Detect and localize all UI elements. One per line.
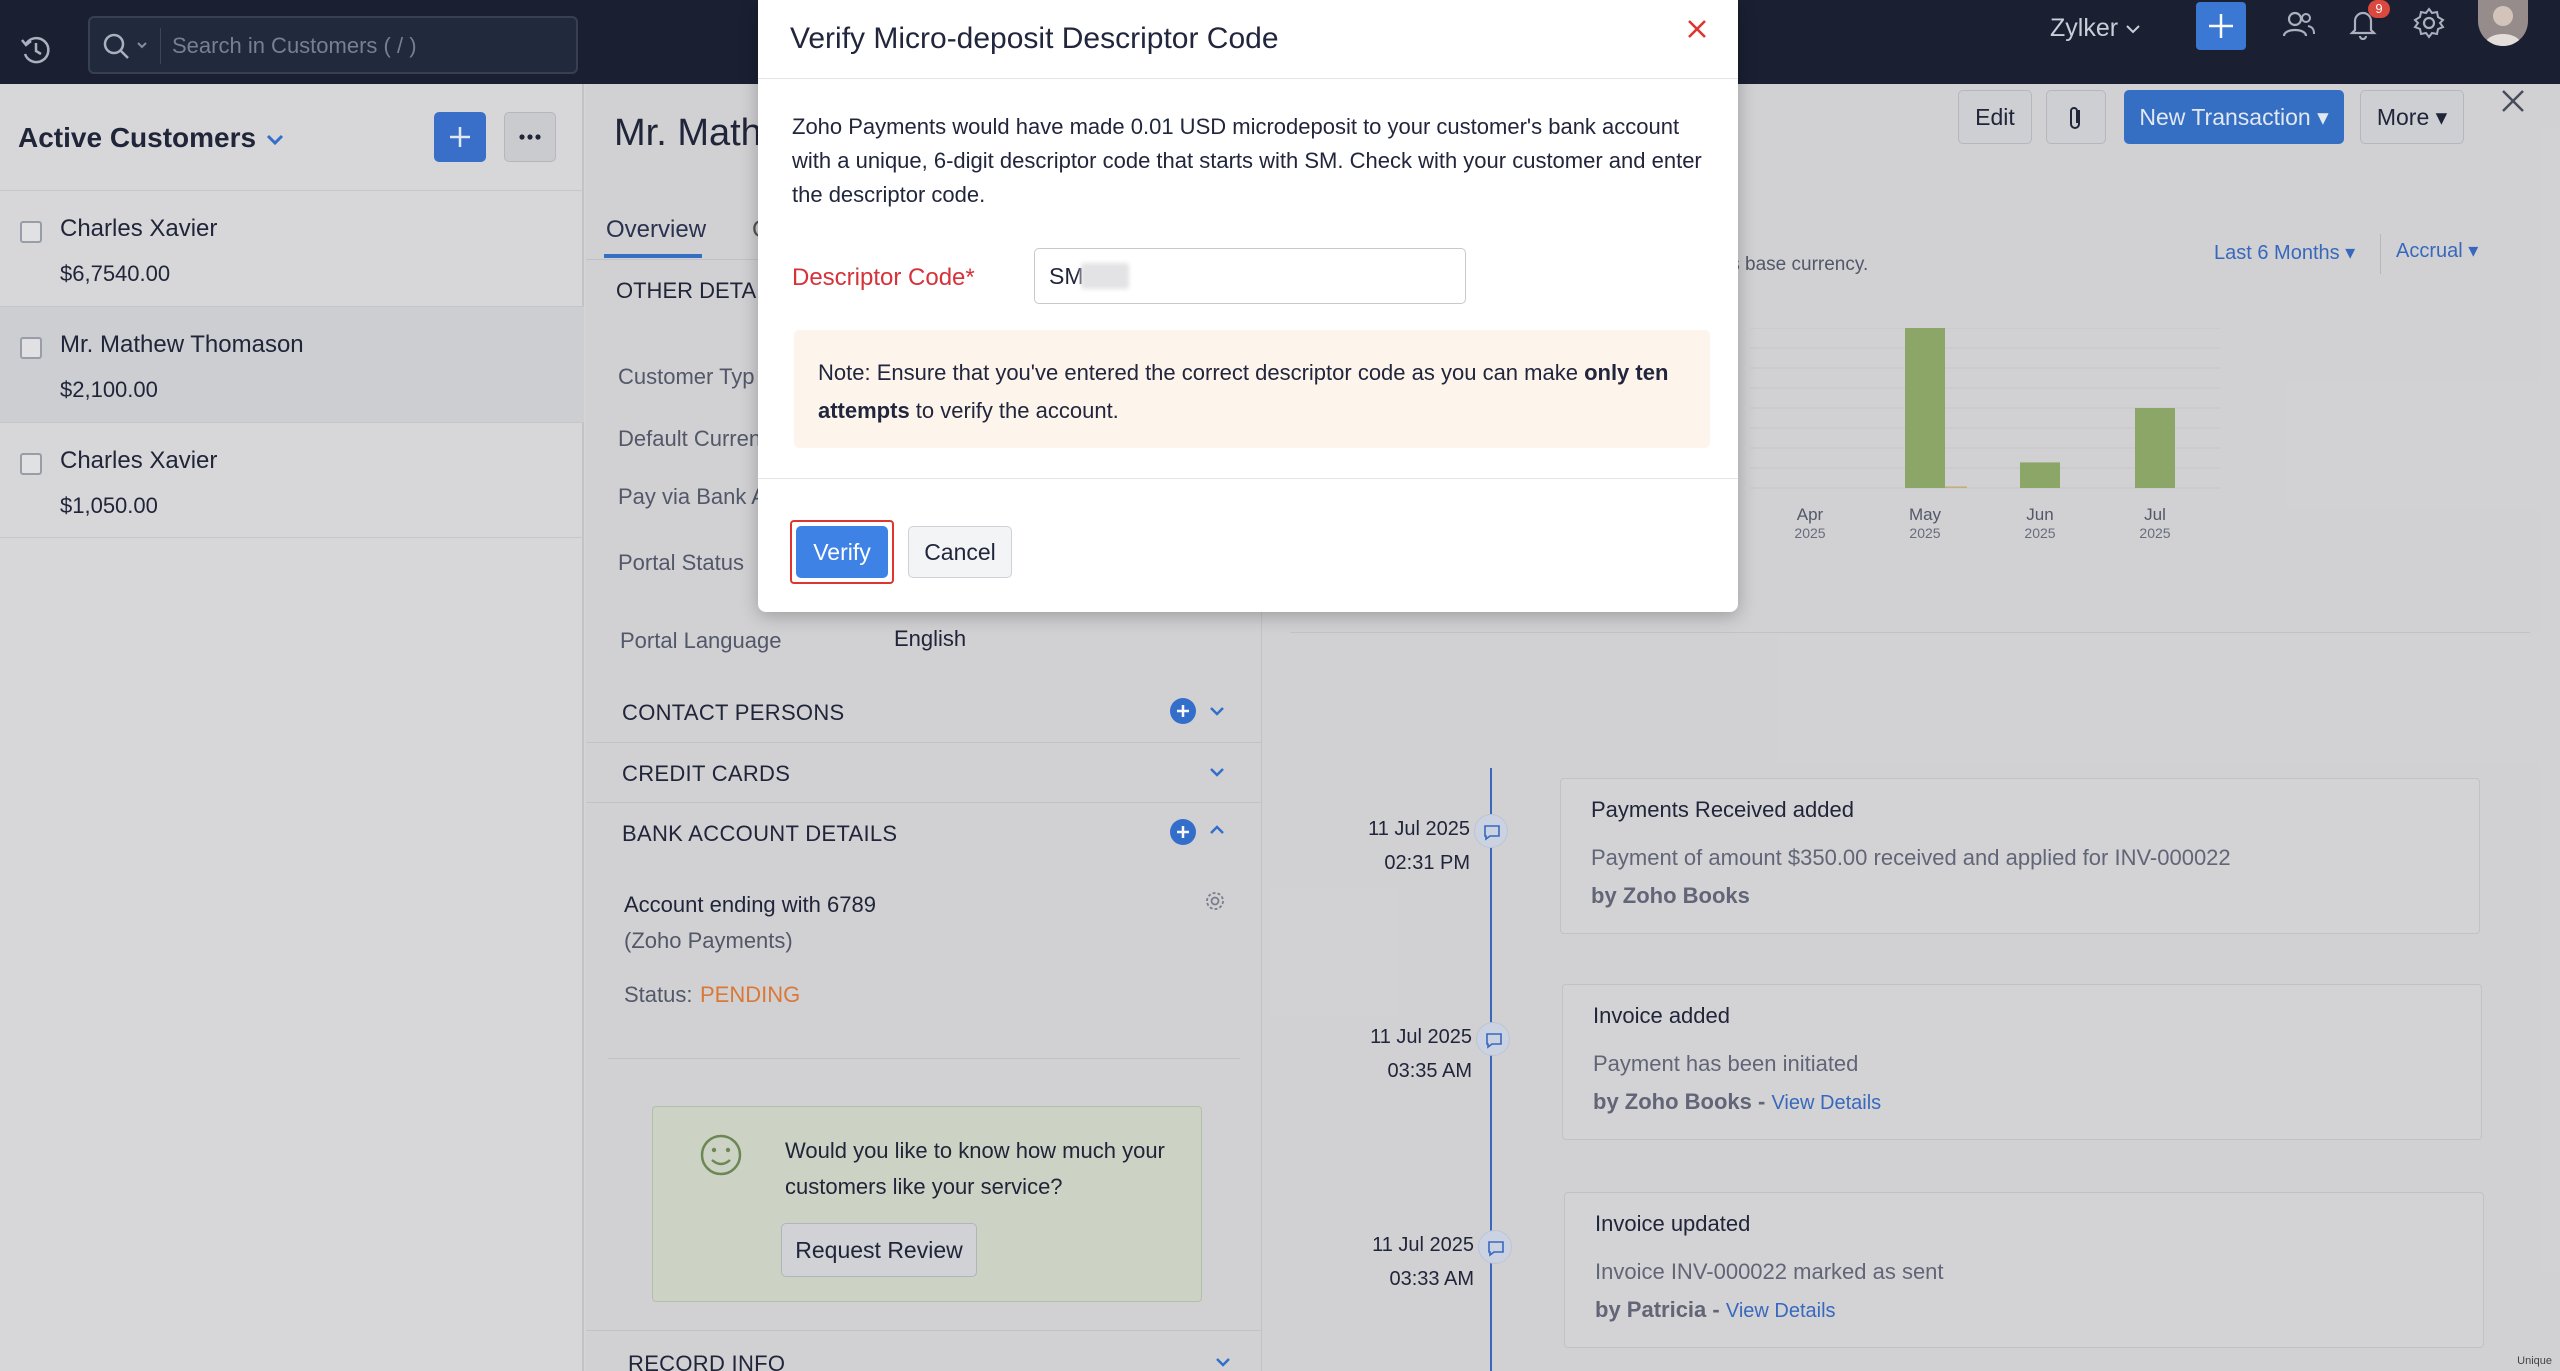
- dialog-description: Zoho Payments would have made 0.01 USD m…: [792, 114, 1702, 207]
- note-text: Note: Ensure that you've entered the cor…: [818, 354, 1688, 430]
- verify-microdeposit-dialog: Verify Micro-deposit Descriptor Code Zoh…: [758, 0, 1738, 612]
- watermark: Unique: [2517, 1355, 2552, 1367]
- descriptor-code-value: SM: [1049, 263, 1084, 289]
- descriptor-code-label: Descriptor Code*: [792, 264, 975, 291]
- divider: [758, 478, 1738, 479]
- descriptor-code-input[interactable]: SM: [1034, 248, 1466, 304]
- redacted-code-digits: [1081, 263, 1129, 289]
- cancel-button[interactable]: Cancel: [908, 526, 1012, 578]
- verify-button[interactable]: Verify: [796, 526, 888, 578]
- close-icon[interactable]: [1686, 18, 1708, 40]
- attempts-note: Note: Ensure that you've entered the cor…: [794, 330, 1710, 448]
- dialog-title: Verify Micro-deposit Descriptor Code: [790, 22, 1279, 55]
- note-prefix: Note: Ensure that you've entered the cor…: [818, 360, 1585, 385]
- note-suffix: to verify the account.: [909, 398, 1119, 423]
- divider: [758, 78, 1738, 79]
